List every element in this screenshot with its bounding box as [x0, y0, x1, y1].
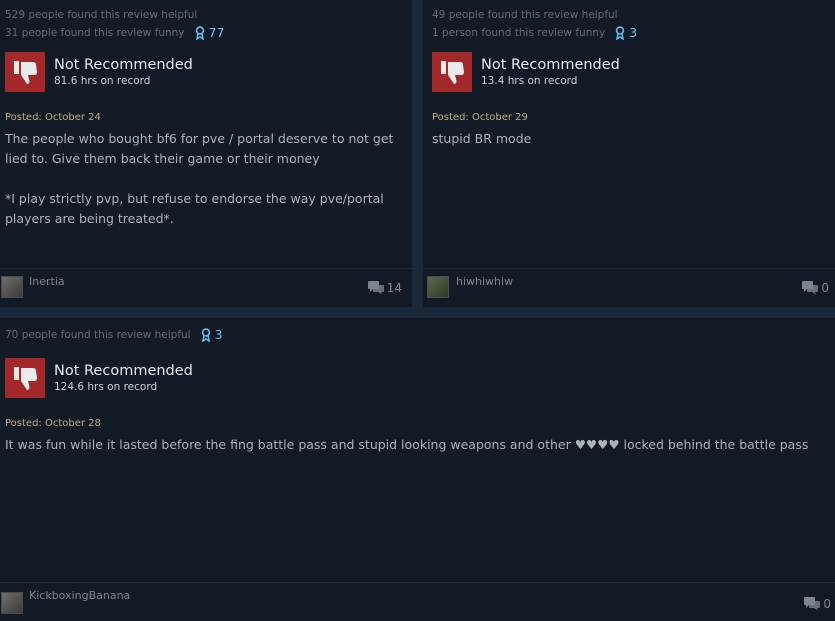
award-ribbon-icon [201, 328, 210, 342]
review-paragraph: stupid BR mode [432, 131, 532, 146]
avatar[interactable] [1, 592, 23, 614]
hours-on-record: 81.6 hrs on record [54, 74, 151, 87]
funny-count: 1 person found this review funny [432, 27, 606, 39]
recommendation-title: Not Recommended [54, 362, 193, 379]
thumbs-down-icon [5, 52, 45, 92]
recommendation-block[interactable]: Not Recommended 13.4 hrs on record [432, 52, 821, 92]
review-footer: Inertia 14 [0, 268, 412, 307]
avatar[interactable] [1, 276, 23, 298]
hours-on-record: 124.6 hrs on record [54, 380, 158, 393]
avatar[interactable] [427, 276, 449, 298]
helpful-count: 529 people found this review helpful [5, 9, 198, 21]
comments-button[interactable]: 0 [802, 281, 829, 295]
review-card: 49 people found this review helpful 1 pe… [423, 0, 835, 307]
review-paragraph: It was fun while it lasted before the fi… [5, 437, 809, 452]
funny-count-row: 31 people found this review funny 77 [5, 24, 398, 42]
username-link[interactable]: Inertia [29, 275, 65, 288]
recommendation-title: Not Recommended [481, 56, 620, 73]
review-text: It was fun while it lasted before the fi… [5, 435, 821, 455]
recommendation-block[interactable]: Not Recommended 124.6 hrs on record [5, 358, 821, 398]
comments-count: 0 [823, 597, 831, 611]
recommendation-title: Not Recommended [54, 56, 193, 73]
helpful-count: 70 people found this review helpful [5, 329, 191, 341]
comment-bubble-icon [802, 281, 819, 295]
comments-button[interactable]: 14 [367, 281, 402, 295]
award-button[interactable]: 77 [195, 24, 225, 42]
award-count: 3 [214, 327, 223, 342]
comments-button[interactable]: 0 [804, 597, 831, 611]
review-card: 70 people found this review helpful 3 No… [0, 318, 835, 621]
comment-bubble-icon [367, 281, 384, 295]
review-paragraph: The people who bought bf6 for pve / port… [5, 131, 394, 166]
comment-bubble-icon [804, 597, 821, 611]
funny-count-row: 1 person found this review funny 3 [432, 24, 821, 42]
award-ribbon-icon [195, 26, 204, 40]
review-footer: hiwhiwhiw 0 [423, 268, 835, 307]
username-link[interactable]: KickboxingBanana [29, 589, 130, 602]
review-card: 529 people found this review helpful 31 … [0, 0, 412, 307]
funny-count: 31 people found this review funny [5, 27, 185, 39]
recommendation-block[interactable]: Not Recommended 81.6 hrs on record [5, 52, 398, 92]
review-text: The people who bought bf6 for pve / port… [5, 129, 398, 229]
review-text: stupid BR mode [432, 129, 821, 149]
posted-date: Posted: October 29 [432, 112, 528, 123]
thumbs-down-icon [432, 52, 472, 92]
award-button[interactable]: 3 [615, 24, 637, 42]
review-footer: KickboxingBanana 0 [0, 582, 835, 621]
award-button[interactable]: 3 [201, 326, 223, 344]
posted-date: Posted: October 24 [5, 112, 101, 123]
award-count: 77 [208, 25, 225, 40]
helpful-row: 70 people found this review helpful 3 [5, 326, 821, 344]
comments-count: 0 [821, 281, 829, 295]
review-paragraph: *I play strictly pvp, but refuse to endo… [5, 191, 384, 226]
thumbs-down-icon [5, 358, 45, 398]
hours-on-record: 13.4 hrs on record [481, 74, 578, 87]
award-ribbon-icon [616, 26, 625, 40]
username-link[interactable]: hiwhiwhiw [456, 275, 513, 288]
helpful-count: 49 people found this review helpful [432, 9, 618, 21]
posted-date: Posted: October 28 [5, 418, 101, 429]
award-count: 3 [629, 25, 638, 40]
comments-count: 14 [386, 281, 402, 295]
